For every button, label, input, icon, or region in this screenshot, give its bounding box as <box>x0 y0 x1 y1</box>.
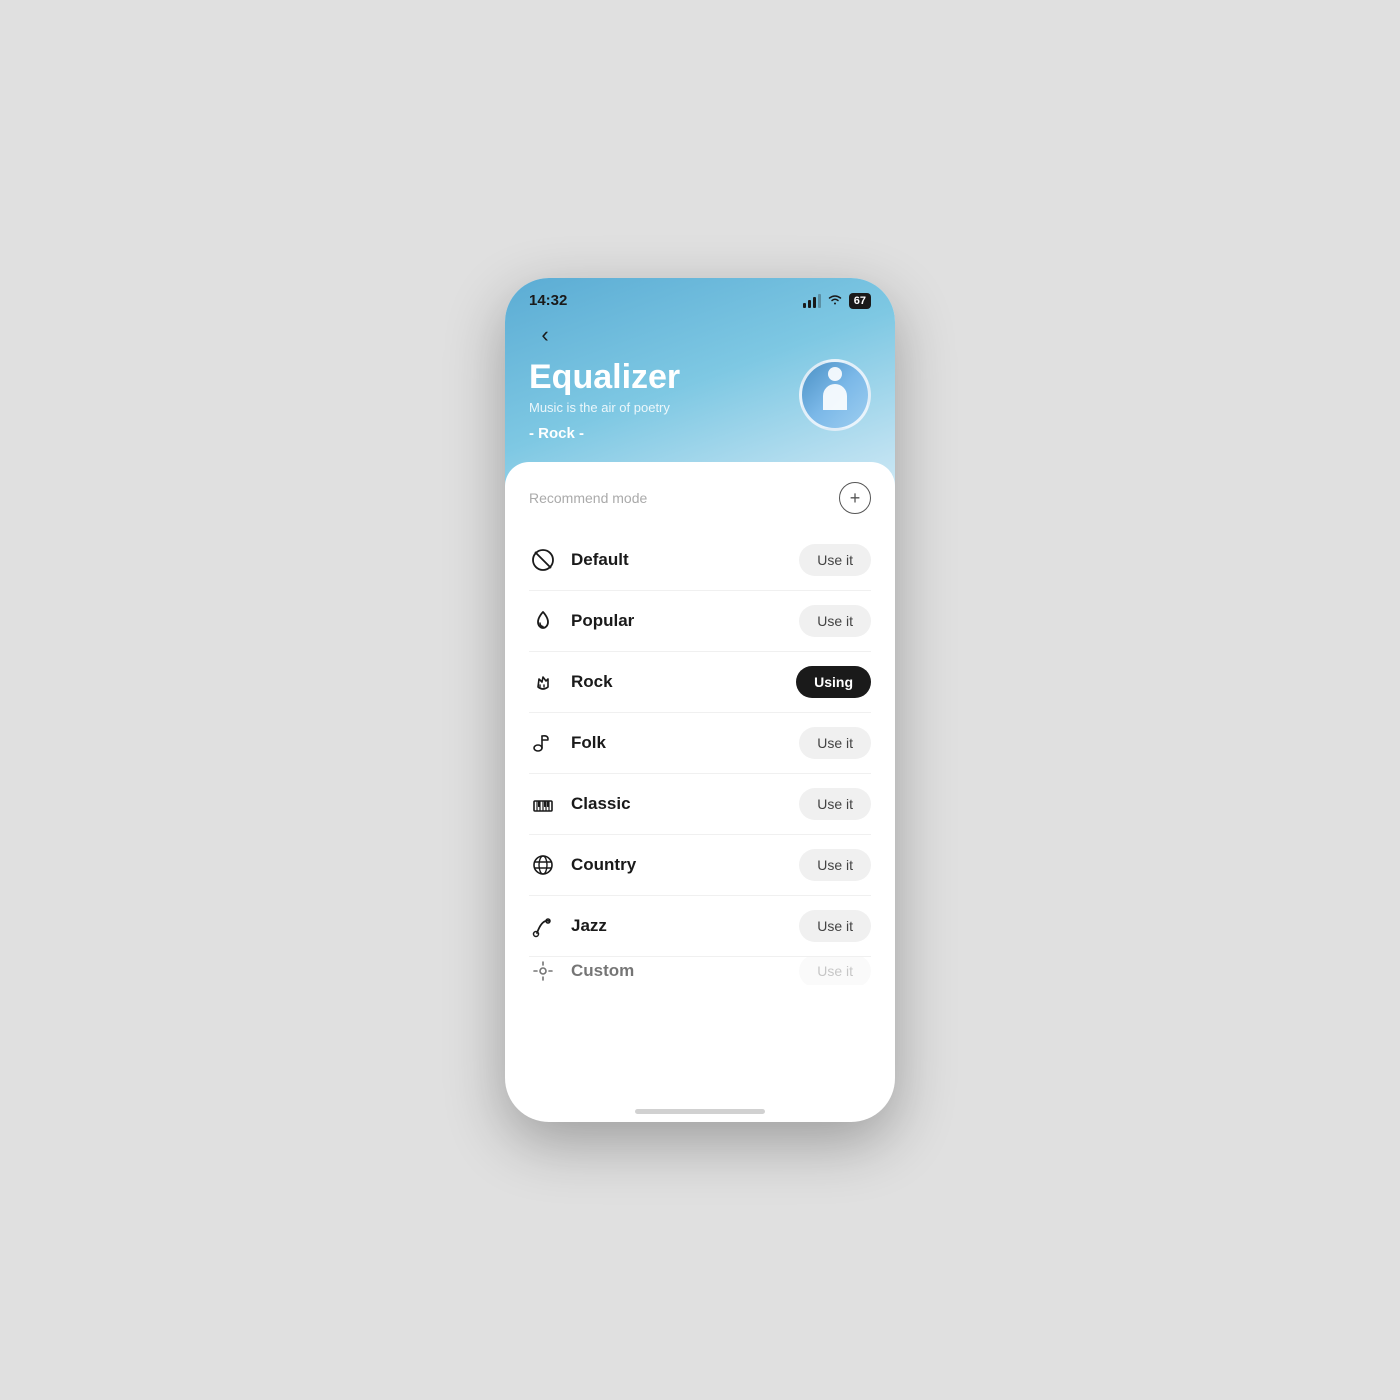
page-title: Equalizer <box>529 359 680 396</box>
recommend-label: Recommend mode <box>529 490 647 506</box>
home-indicator <box>635 1109 765 1114</box>
mode-left: Custom <box>529 957 634 985</box>
country-icon <box>529 851 557 879</box>
mode-name-default: Default <box>571 550 629 570</box>
mode-item-rock: Rock Using <box>529 652 871 713</box>
mode-item-popular: Popular Use it <box>529 591 871 652</box>
avatar <box>799 359 871 431</box>
title-row: Equalizer Music is the air of poetry - R… <box>529 359 871 442</box>
mode-left: Default <box>529 546 629 574</box>
back-icon: ‹ <box>541 322 548 348</box>
using-button-rock[interactable]: Using <box>796 666 871 698</box>
mode-item-custom: Custom Use it <box>529 957 871 985</box>
use-it-button-jazz[interactable]: Use it <box>799 910 871 942</box>
mode-left: Rock <box>529 668 613 696</box>
use-it-button-country[interactable]: Use it <box>799 849 871 881</box>
signal-icon <box>803 294 821 308</box>
mode-name-folk: Folk <box>571 733 606 753</box>
status-time: 14:32 <box>529 292 567 309</box>
mode-item-country: Country Use it <box>529 835 871 896</box>
mode-item-folk: Folk Use it <box>529 713 871 774</box>
wifi-icon <box>827 293 843 308</box>
mode-name-classic: Classic <box>571 794 631 814</box>
avatar-head <box>828 367 842 381</box>
classic-icon <box>529 790 557 818</box>
mode-left: Popular <box>529 607 634 635</box>
mode-name-jazz: Jazz <box>571 916 607 936</box>
avatar-body <box>823 384 847 410</box>
mode-name-rock: Rock <box>571 672 613 692</box>
rock-icon <box>529 668 557 696</box>
plus-icon: + <box>850 489 861 507</box>
custom-icon <box>529 957 557 985</box>
use-it-button-folk[interactable]: Use it <box>799 727 871 759</box>
mode-left: Country <box>529 851 636 879</box>
use-it-button-custom[interactable]: Use it <box>799 957 871 985</box>
back-button[interactable]: ‹ <box>529 319 561 351</box>
phone-frame: 14:32 67 ‹ <box>505 278 895 1122</box>
mode-name-popular: Popular <box>571 611 634 631</box>
jazz-icon <box>529 912 557 940</box>
use-it-button-classic[interactable]: Use it <box>799 788 871 820</box>
mode-left: Jazz <box>529 912 607 940</box>
title-section: Equalizer Music is the air of poetry - R… <box>529 359 680 442</box>
mode-name-custom: Custom <box>571 961 634 981</box>
mode-list: Default Use it Popular Use it <box>505 530 895 985</box>
use-it-button-default[interactable]: Use it <box>799 544 871 576</box>
mode-item-jazz: Jazz Use it <box>529 896 871 957</box>
status-bar: 14:32 67 <box>505 278 895 309</box>
mode-left: Classic <box>529 790 631 818</box>
folk-icon <box>529 729 557 757</box>
popular-icon <box>529 607 557 635</box>
default-icon <box>529 546 557 574</box>
current-mode-label: - Rock - <box>529 425 680 442</box>
mode-name-country: Country <box>571 855 636 875</box>
main-card: Recommend mode + Default Use it <box>505 462 895 1002</box>
header-content: ‹ Equalizer Music is the air of poetry -… <box>505 319 895 442</box>
mode-item-classic: Classic Use it <box>529 774 871 835</box>
use-it-button-popular[interactable]: Use it <box>799 605 871 637</box>
page-subtitle: Music is the air of poetry <box>529 400 680 415</box>
avatar-figure <box>817 367 853 423</box>
status-icons: 67 <box>803 293 871 309</box>
battery-icon: 67 <box>849 293 871 309</box>
recommend-header: Recommend mode + <box>505 482 895 530</box>
add-mode-button[interactable]: + <box>839 482 871 514</box>
mode-item-default: Default Use it <box>529 530 871 591</box>
mode-left: Folk <box>529 729 606 757</box>
